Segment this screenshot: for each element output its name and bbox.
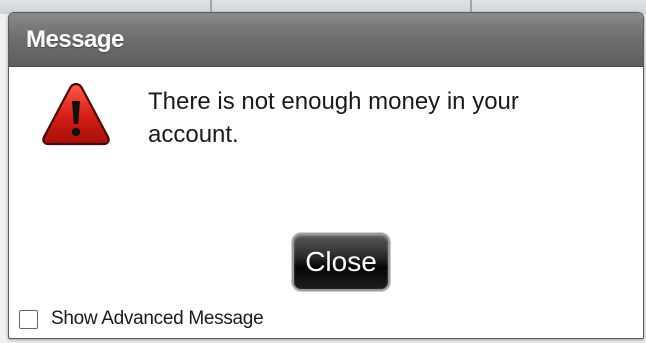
show-advanced-option[interactable]: Show Advanced Message (19, 307, 264, 331)
message-dialog: Message There is not enough money in you… (8, 12, 644, 339)
show-advanced-checkbox[interactable] (19, 309, 38, 329)
show-advanced-label[interactable]: Show Advanced Message (51, 308, 264, 330)
close-button[interactable]: Close (292, 233, 390, 291)
warning-icon (42, 82, 110, 146)
dialog-titlebar[interactable]: Message (9, 13, 643, 67)
dialog-title: Message (26, 26, 124, 53)
dialog-message: There is not enough money in your accoun… (148, 88, 519, 148)
